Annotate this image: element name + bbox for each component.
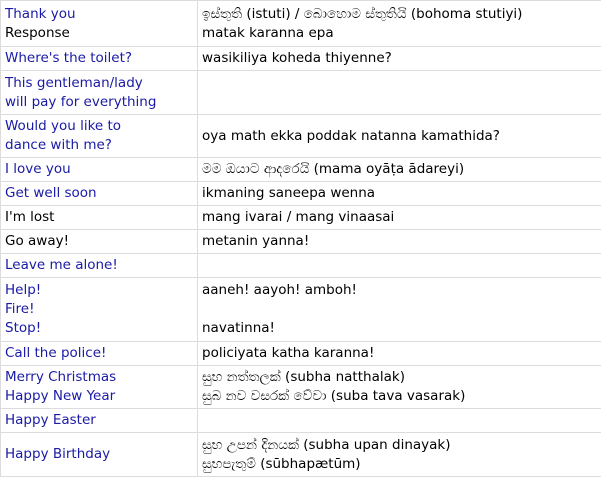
sinhala-cell: mang ivarai / mang vinaasai: [198, 206, 601, 230]
sinhala-line: policiyata katha karanna!: [202, 344, 597, 363]
sinhala-cell: oya math ekka poddak natanna kamathida?: [198, 115, 601, 158]
english-line: Call the police!: [5, 344, 193, 363]
english-line: Fire!: [5, 300, 193, 319]
english-line: I'm lost: [5, 208, 193, 227]
sinhala-line: සුභ නත්තලක් (subha natthalak): [202, 368, 597, 387]
english-cell: Thank you Response: [1, 1, 198, 47]
english-line: Happy Birthday: [5, 445, 193, 464]
english-line: Leave me alone!: [5, 256, 193, 275]
english-line: dance with me?: [5, 136, 193, 155]
english-line: Thank you: [5, 5, 193, 24]
english-cell: Happy Easter: [1, 409, 198, 433]
table-row: Get well soon ikmaning saneepa wenna: [1, 182, 601, 206]
sinhala-cell: aaneh! aayoh! amboh! navatinna!: [198, 278, 601, 342]
english-cell: This gentleman/lady will pay for everyth…: [1, 71, 198, 115]
table-row: Would you like to dance with me? oya mat…: [1, 115, 601, 158]
sinhala-line: navatinna!: [202, 319, 597, 338]
sinhala-cell: [198, 254, 601, 278]
sinhala-line: ඉස්තුති (istuti) / බොහොම ස්තුතියි (bohom…: [202, 5, 597, 24]
sinhala-cell: මම ඔයාට ආදරෙයි (mama oyāṭa ādareyi): [198, 158, 601, 182]
english-response-line: Response: [5, 24, 193, 43]
english-line: Stop!: [5, 319, 193, 338]
english-line: will pay for everything: [5, 93, 193, 112]
english-cell: Call the police!: [1, 342, 198, 366]
english-cell: I love you: [1, 158, 198, 182]
sinhala-line: සුභ උපන් දිනයක් (subha upan dinayak): [202, 436, 597, 455]
sinhala-line: metanin yanna!: [202, 232, 597, 251]
table-row: Thank you Response ඉස්තුති (istuti) / බො…: [1, 1, 601, 47]
sinhala-cell: wasikiliya koheda thiyenne?: [198, 47, 601, 71]
phrase-table: Thank you Response ඉස්තුති (istuti) / බො…: [0, 0, 601, 477]
sinhala-line: aaneh! aayoh! amboh!: [202, 281, 597, 300]
english-line: Would you like to: [5, 117, 193, 136]
english-cell: I'm lost: [1, 206, 198, 230]
sinhala-cell: සුභ නත්තලක් (subha natthalak) සුබ නව වසර…: [198, 366, 601, 409]
sinhala-cell: policiyata katha karanna!: [198, 342, 601, 366]
sinhala-line: ikmaning saneepa wenna: [202, 184, 597, 203]
line-spacer: [202, 300, 597, 319]
sinhala-line: mang ivarai / mang vinaasai: [202, 208, 597, 227]
sinhala-line: wasikiliya koheda thiyenne?: [202, 49, 597, 68]
table-row: Help! Fire! Stop! aaneh! aayoh! amboh! n…: [1, 278, 601, 342]
sinhala-line: සුභපැතුම් (sūbhapætūm): [202, 455, 597, 474]
english-cell: Get well soon: [1, 182, 198, 206]
sinhala-cell: සුභ උපන් දිනයක් (subha upan dinayak) සුභ…: [198, 433, 601, 477]
table-row: This gentleman/lady will pay for everyth…: [1, 71, 601, 115]
sinhala-line: matak karanna epa: [202, 24, 597, 43]
english-line: Merry Christmas: [5, 368, 193, 387]
table-row: Happy Birthday සුභ උපන් දිනයක් (subha up…: [1, 433, 601, 477]
sinhala-line: සුබ නව වසරක් වේවා (suba tava vasarak): [202, 387, 597, 406]
table-row: Call the police! policiyata katha karann…: [1, 342, 601, 366]
english-line: I love you: [5, 160, 193, 179]
table-row: I'm lost mang ivarai / mang vinaasai: [1, 206, 601, 230]
english-line: This gentleman/lady: [5, 74, 193, 93]
sinhala-line: oya math ekka poddak natanna kamathida?: [202, 127, 597, 146]
english-cell: Leave me alone!: [1, 254, 198, 278]
english-cell: Merry Christmas Happy New Year: [1, 366, 198, 409]
english-line: Happy New Year: [5, 387, 193, 406]
sinhala-cell: metanin yanna!: [198, 230, 601, 254]
english-cell: Would you like to dance with me?: [1, 115, 198, 158]
sinhala-cell: [198, 409, 601, 433]
english-cell: Happy Birthday: [1, 433, 198, 477]
sinhala-cell: ikmaning saneepa wenna: [198, 182, 601, 206]
sinhala-line: මම ඔයාට ආදරෙයි (mama oyāṭa ādareyi): [202, 160, 597, 179]
table-row: Where's the toilet? wasikiliya koheda th…: [1, 47, 601, 71]
english-line: Happy Easter: [5, 411, 193, 430]
table-row: Go away! metanin yanna!: [1, 230, 601, 254]
table-row: I love you මම ඔයාට ආදරෙයි (mama oyāṭa ād…: [1, 158, 601, 182]
english-cell: Help! Fire! Stop!: [1, 278, 198, 342]
phrase-table-body: Thank you Response ඉස්තුති (istuti) / බො…: [1, 1, 601, 477]
english-line: Go away!: [5, 232, 193, 251]
table-row: Happy Easter: [1, 409, 601, 433]
english-cell: Where's the toilet?: [1, 47, 198, 71]
sinhala-cell: ඉස්තුති (istuti) / බොහොම ස්තුතියි (bohom…: [198, 1, 601, 47]
english-line: Get well soon: [5, 184, 193, 203]
sinhala-cell: [198, 71, 601, 115]
english-line: Help!: [5, 281, 193, 300]
english-cell: Go away!: [1, 230, 198, 254]
table-row: Leave me alone!: [1, 254, 601, 278]
english-line: Where's the toilet?: [5, 49, 193, 68]
table-row: Merry Christmas Happy New Year සුභ නත්තල…: [1, 366, 601, 409]
